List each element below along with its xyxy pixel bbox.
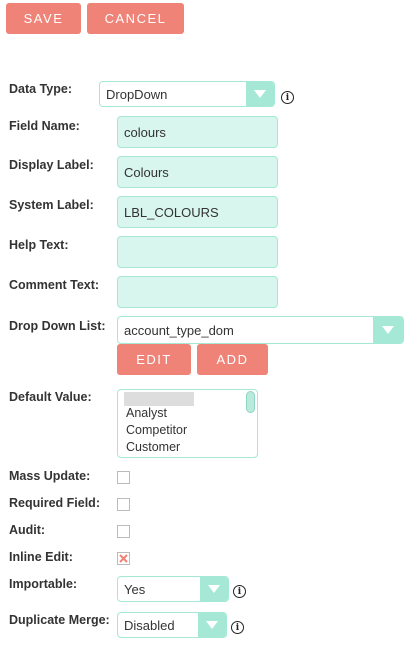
mass-update-checkbox[interactable] [117,471,130,484]
chevron-down-icon[interactable] [246,82,274,106]
info-icon[interactable]: i [281,91,294,104]
check-mark-icon [119,554,128,563]
default-value-listbox[interactable]: Analyst Competitor Customer [117,389,258,458]
duplicate-merge-value: Disabled [124,617,175,633]
drop-down-list-value: account_type_dom [124,322,234,338]
inline-edit-label: Inline Edit: [9,550,73,564]
data-type-select[interactable]: DropDown [99,81,275,107]
info-icon[interactable]: i [233,585,246,598]
chevron-down-icon[interactable] [198,613,226,637]
list-option[interactable]: Analyst [126,406,167,420]
importable-value: Yes [124,581,146,597]
required-field-checkbox[interactable] [117,498,130,511]
drop-down-list-select[interactable]: account_type_dom [117,316,404,344]
field-name-label: Field Name: [9,119,80,133]
default-value-label: Default Value: [9,390,92,404]
required-field-label: Required Field: [9,496,100,510]
inline-edit-checkbox[interactable] [117,552,130,565]
importable-select[interactable]: Yes [117,576,229,602]
mass-update-label: Mass Update: [9,469,91,483]
system-label-input[interactable]: LBL_COLOURS [117,196,278,228]
audit-label: Audit: [9,523,46,537]
display-label-input[interactable]: Colours [117,156,278,188]
selected-option-highlight [124,392,194,406]
audit-checkbox[interactable] [117,525,130,538]
duplicate-merge-label: Duplicate Merge: [9,613,110,627]
edit-list-button[interactable]: EDIT [117,344,191,375]
help-text-label: Help Text: [9,238,69,252]
scrollbar-thumb[interactable] [246,391,255,413]
data-type-value: DropDown [106,86,168,102]
importable-label: Importable: [9,577,78,591]
chevron-down-icon[interactable] [200,577,228,601]
save-button[interactable]: SAVE [6,3,81,34]
comment-text-label: Comment Text: [9,278,100,292]
drop-down-list-label: Drop Down List: [9,319,106,333]
duplicate-merge-select[interactable]: Disabled [117,612,227,638]
cancel-button[interactable]: CANCEL [87,3,184,34]
chevron-down-icon[interactable] [373,317,403,343]
add-list-button[interactable]: ADD [197,344,268,375]
comment-text-input[interactable] [117,276,278,308]
list-option[interactable]: Competitor [126,423,187,437]
system-label-label: System Label: [9,198,94,212]
help-text-input[interactable] [117,236,278,268]
field-name-input[interactable]: colours [117,116,278,148]
list-option[interactable]: Customer [126,440,180,454]
data-type-label: Data Type: [9,82,72,96]
display-label-label: Display Label: [9,158,94,172]
info-icon[interactable]: i [231,621,244,634]
